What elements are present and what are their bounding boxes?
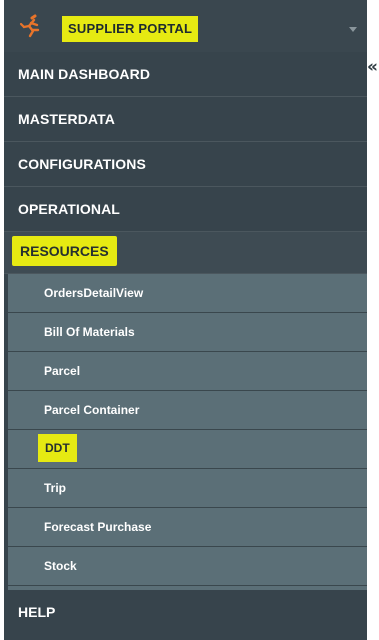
submenu-item-orders-detail-view[interactable]: OrdersDetailView [8,274,367,313]
menu-item-label: MAIN DASHBOARD [18,66,151,82]
brand-title: SUPPLIER PORTAL [62,16,199,42]
submenu-item-label: Bill Of Materials [44,325,135,339]
menu-item-label: RESOURCES [12,236,117,266]
menu-item-label: MASTERDATA [18,111,115,127]
menu-item-main-dashboard[interactable]: MAIN DASHBOARD [4,52,367,97]
menu-item-configurations[interactable]: CONFIGURATIONS [4,142,367,187]
menu-item-label: OPERATIONAL [18,201,120,217]
submenu-item-stock[interactable]: Stock [8,547,367,586]
submenu-item-label: Parcel Container [44,403,140,417]
double-chevron-left-icon[interactable]: « [367,58,379,76]
caret-down-icon[interactable] [349,27,357,32]
menu-item-operational[interactable]: OPERATIONAL [4,187,367,232]
runner-icon [19,14,40,38]
submenu-item-forecast-purchase[interactable]: Forecast Purchase [8,508,367,547]
menu-item-resources[interactable]: RESOURCES [4,232,367,274]
submenu-item-parcel-container[interactable]: Parcel Container [8,391,367,430]
submenu-item-label: Forecast Purchase [44,520,152,534]
brand-header[interactable]: SUPPLIER PORTAL [4,0,367,52]
submenu-item-parcel[interactable]: Parcel [8,352,367,391]
sidebar: SUPPLIER PORTAL MAIN DASHBOARD MASTERDAT… [4,0,367,640]
submenu-item-label: Trip [44,481,67,495]
submenu-item-bill-of-materials[interactable]: Bill Of Materials [8,313,367,352]
menu-item-label: CONFIGURATIONS [18,156,146,172]
submenu-item-trip[interactable]: Trip [8,469,367,508]
submenu-item-label: Parcel [44,364,81,378]
submenu-item-label: OrdersDetailView [44,286,144,300]
menu-item-masterdata[interactable]: MASTERDATA [4,97,367,142]
resources-submenu: OrdersDetailView Bill Of Materials Parce… [8,274,367,590]
submenu-item-ddt[interactable]: DDT [8,430,367,469]
submenu-item-label: DDT [38,434,77,462]
menu-item-help[interactable]: HELP [4,590,367,640]
submenu-item-label: Stock [44,559,77,573]
menu-item-label: HELP [18,604,56,620]
